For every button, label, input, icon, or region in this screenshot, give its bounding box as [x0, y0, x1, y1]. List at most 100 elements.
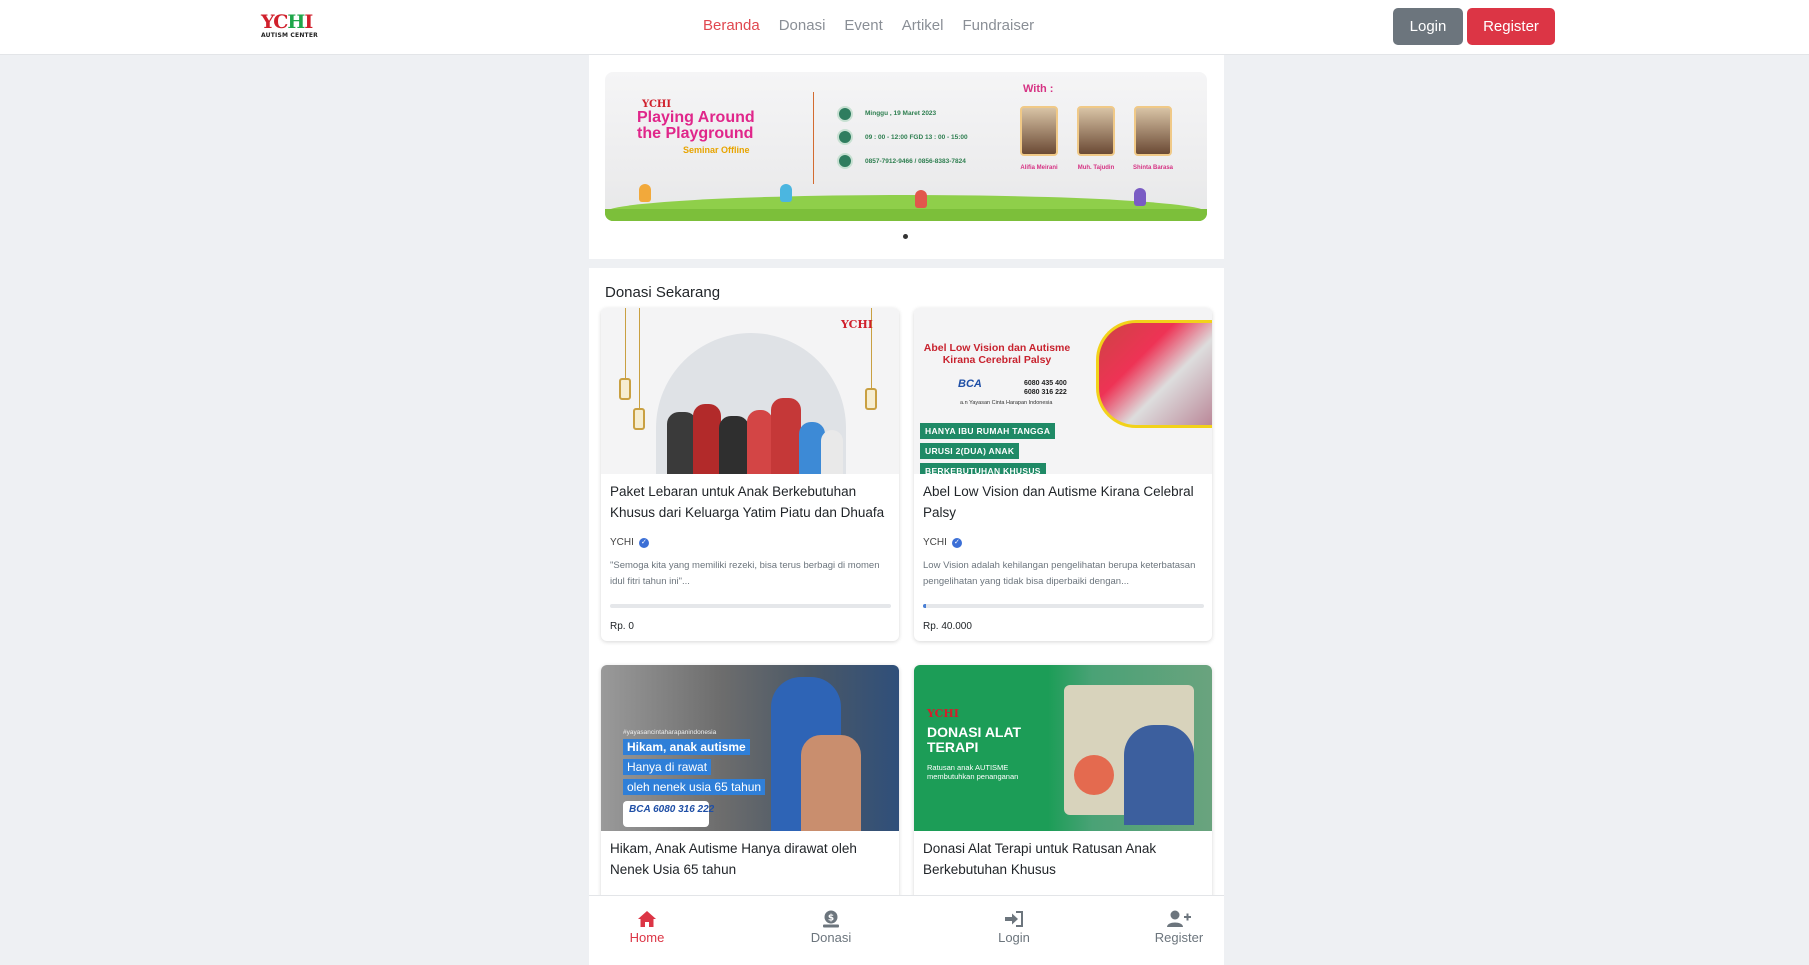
card-organizer: YCHI ✓	[610, 537, 649, 548]
toy-photo	[1074, 755, 1114, 795]
bca-account: BCA 6080 316 222	[629, 804, 715, 815]
thumb-hashtag: #yayasancintaharapanindonesia	[623, 729, 717, 736]
card-thumbnail: YCHI	[601, 308, 899, 474]
phone-icon	[837, 153, 853, 169]
logo-mark: YCHI	[261, 11, 313, 33]
card-thumbnail: YCHI DONASI ALAT TERAPI Ratusan anak AUT…	[914, 665, 1212, 831]
nav-item-fundraiser[interactable]: Fundraiser	[962, 17, 1034, 34]
donation-progress-bar	[923, 604, 1204, 608]
speaker-photo	[1077, 106, 1115, 156]
thumb-tag: oleh nenek usia 65 tahun	[623, 779, 766, 795]
thumb-tag: HANYA IBU RUMAH TANGGA	[920, 423, 1056, 439]
bca-badge: BCA 6080 316 222	[623, 801, 714, 827]
donation-amount: Rp. 0	[610, 621, 634, 632]
card-title[interactable]: Hikam, Anak Autisme Hanya dirawat oleh N…	[610, 839, 892, 880]
thumb-logo: YCHI	[927, 707, 959, 720]
thumb-title: Abel Low Vision dan Autisme Kirana Cereb…	[923, 342, 1071, 366]
bottom-nav-home[interactable]: Home	[607, 910, 687, 945]
nav-item-event[interactable]: Event	[844, 17, 882, 34]
organizer-name: YCHI	[923, 537, 947, 548]
bottom-nav-label: Register	[1154, 930, 1204, 945]
card-description: Low Vision adalah kehilangan pengelihata…	[923, 560, 1196, 587]
banner-title: Playing Around the Playground	[637, 109, 755, 142]
donation-progress-bar	[610, 604, 891, 608]
bottom-nav-register[interactable]: Register	[1139, 910, 1219, 945]
card-thumbnail: #yayasancintaharapanindonesia Hikam, ana…	[601, 665, 899, 831]
banner-grass-base	[605, 209, 1207, 221]
clock-icon	[837, 129, 853, 145]
thumb-tag: BERKEBUTUHAN KHUSUS	[920, 463, 1046, 474]
account-number: 6080 316 222	[1024, 389, 1067, 396]
login-icon	[1005, 911, 1023, 927]
speaker-photo	[1020, 106, 1058, 156]
lantern-icon	[633, 408, 645, 430]
lantern-cord	[639, 308, 640, 408]
calendar-icon	[837, 106, 853, 122]
nav-item-donasi[interactable]: Donasi	[779, 17, 826, 34]
verified-icon: ✓	[951, 537, 962, 548]
card-title[interactable]: Paket Lebaran untuk Anak Berkebutuhan Kh…	[610, 482, 892, 523]
child-photo	[801, 735, 861, 831]
thumb-tag: Hanya di rawat	[623, 759, 712, 775]
thumb-logo: YCHI	[841, 318, 873, 331]
banner-divider	[813, 92, 814, 184]
card-thumbnail: Abel Low Vision dan Autisme Kirana Cereb…	[914, 308, 1212, 474]
kid-illustration	[780, 184, 792, 202]
speaker-name: Muh. Tajudin	[1077, 165, 1115, 171]
user-plus-icon	[1167, 910, 1191, 927]
thumb-heading: DONASI ALAT TERAPI	[927, 724, 1022, 755]
banner-subtitle: Seminar Offline	[683, 145, 750, 155]
speaker-name: Shinta Barasa	[1132, 165, 1174, 171]
card-organizer: YCHI ✓	[923, 537, 962, 548]
donation-card[interactable]: YCHI Paket Lebaran untuk Anak Berkebutuh…	[601, 308, 899, 641]
lantern-cord	[625, 308, 626, 378]
main-nav: Beranda Donasi Event Artikel Fundraiser	[703, 17, 1034, 34]
bottom-nav-label: Home	[629, 930, 665, 945]
section-title: Donasi Sekarang	[605, 284, 721, 301]
kid-illustration	[915, 190, 927, 208]
thumb-subtext: Ratusan anak AUTISME membutuhkan penanga…	[927, 763, 1019, 781]
bottom-nav-login[interactable]: Login	[974, 910, 1054, 945]
thumb-accounts: 6080 435 400 6080 316 222	[1024, 379, 1067, 397]
organizer-name: YCHI	[610, 537, 634, 548]
svg-text:$: $	[828, 914, 834, 924]
bottom-nav-donasi[interactable]: $ Donasi	[791, 910, 871, 945]
card-description: "Semoga kita yang memiliki rezeki, bisa …	[610, 560, 880, 587]
donation-section: Donasi Sekarang YCHI Paket Lebaran untuk…	[589, 268, 1224, 965]
speaker-photo	[1134, 106, 1172, 156]
child-photo	[1124, 725, 1194, 825]
progress-fill	[923, 604, 926, 608]
kid-illustration	[639, 184, 651, 202]
banner-phone: 0857-7912-9466 / 0856-8383-7824	[865, 158, 966, 165]
account-holder: a.n Yayasan Cinta Harapan Indonesia	[960, 400, 1053, 406]
nav-item-beranda[interactable]: Beranda	[703, 17, 760, 34]
card-title[interactable]: Abel Low Vision dan Autisme Kirana Celeb…	[923, 482, 1205, 523]
home-icon	[638, 911, 656, 927]
event-banner[interactable]: YCHI Playing Around the Playground Semin…	[605, 72, 1207, 221]
donation-icon: $	[823, 910, 839, 928]
kid-illustration	[1134, 188, 1146, 206]
card-title[interactable]: Donasi Alat Terapi untuk Ratusan Anak Be…	[923, 839, 1205, 880]
main-column: YCHI Playing Around the Playground Semin…	[589, 55, 1224, 965]
nav-item-artikel[interactable]: Artikel	[902, 17, 944, 34]
banner-time: 09 : 00 - 12:00 FGD 13 : 00 - 15:00	[865, 134, 968, 141]
donation-amount: Rp. 40.000	[923, 621, 972, 632]
speaker-name: Alifia Meirani	[1020, 165, 1058, 171]
top-navbar: YCHI AUTISM CENTER Beranda Donasi Event …	[0, 0, 1809, 55]
carousel-indicator[interactable]	[903, 234, 908, 239]
banner-section: YCHI Playing Around the Playground Semin…	[589, 55, 1224, 259]
people-photo	[663, 388, 843, 474]
register-button[interactable]: Register	[1467, 8, 1555, 45]
thumb-tag: URUSI 2(DUA) ANAK	[920, 443, 1020, 459]
account-number: 6080 435 400	[1024, 380, 1067, 387]
family-photo	[1096, 320, 1212, 428]
ychi-logo[interactable]: YCHI AUTISM CENTER	[261, 12, 321, 42]
login-button[interactable]: Login	[1393, 8, 1463, 45]
verified-icon: ✓	[638, 537, 649, 548]
donation-card[interactable]: Abel Low Vision dan Autisme Kirana Cereb…	[914, 308, 1212, 641]
banner-date: Minggu , 19 Maret 2023	[865, 110, 937, 117]
banner-with-label: With :	[1023, 83, 1054, 95]
bottom-nav-label: Login	[998, 930, 1030, 945]
bottom-nav: Home $ Donasi Login Register	[589, 895, 1224, 965]
lantern-icon	[619, 378, 631, 400]
